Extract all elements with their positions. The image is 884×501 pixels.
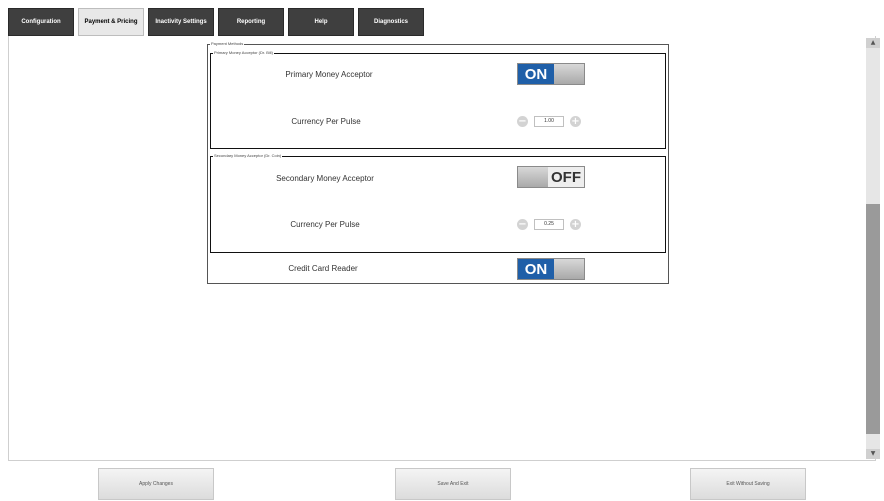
plus-circle-icon[interactable]: +: [570, 218, 581, 230]
payment-methods-legend: Payment Methods: [211, 41, 244, 46]
tab-reporting[interactable]: Reporting: [218, 8, 284, 36]
scroll-down-arrow-icon[interactable]: ▼: [866, 449, 880, 459]
toggle-knob: [554, 64, 584, 84]
toggle-off-text: OFF: [548, 167, 584, 187]
secondary-acceptor-group: Secondary Money Acceptor (Dr. Coin): [210, 154, 666, 253]
minus-circle-icon[interactable]: −: [517, 218, 528, 230]
tab-configuration[interactable]: Configuration: [8, 8, 74, 36]
tab-diagnostics[interactable]: Diagnostics: [358, 8, 424, 36]
scrollbar-thumb[interactable]: [866, 204, 880, 434]
primary-acceptor-label: Primary Money Acceptor: [285, 70, 373, 79]
secondary-acceptor-toggle[interactable]: OFF: [517, 166, 585, 188]
primary-currency-input[interactable]: 1.00: [534, 115, 564, 127]
plus-circle-icon[interactable]: +: [570, 115, 581, 127]
credit-card-reader-label: Credit Card Reader: [288, 264, 358, 273]
primary-currency-label: Currency Per Pulse: [291, 117, 361, 126]
secondary-acceptor-label: Secondary Money Acceptor: [276, 174, 374, 183]
primary-acceptor-group: Primary Money Acceptor (Dr. Bill): [210, 51, 666, 149]
tab-bar: Configuration Payment & Pricing Inactivi…: [8, 8, 428, 36]
secondary-acceptor-legend: Secondary Money Acceptor (Dr. Coin): [214, 153, 282, 158]
apply-changes-button[interactable]: Apply Changes: [98, 468, 214, 500]
secondary-currency-label: Currency Per Pulse: [290, 220, 360, 229]
toggle-on-text: ON: [518, 259, 554, 279]
credit-card-reader-toggle[interactable]: ON: [517, 258, 585, 280]
save-and-exit-button[interactable]: Save And Exit: [395, 468, 511, 500]
tab-inactivity-settings[interactable]: Inactivity Settings: [148, 8, 214, 36]
secondary-currency-input[interactable]: 0.25: [534, 218, 564, 230]
scroll-up-arrow-icon[interactable]: ▲: [866, 38, 880, 48]
toggle-on-text: ON: [518, 64, 554, 84]
minus-circle-icon[interactable]: −: [517, 115, 528, 127]
toggle-knob: [518, 167, 548, 187]
toggle-knob: [554, 259, 584, 279]
tab-help[interactable]: Help: [288, 8, 354, 36]
primary-currency-stepper: − 1.00 +: [517, 114, 581, 128]
primary-acceptor-legend: Primary Money Acceptor (Dr. Bill): [214, 50, 273, 55]
tab-payment-pricing[interactable]: Payment & Pricing: [78, 8, 144, 36]
exit-without-saving-button[interactable]: Exit Without Saving: [690, 468, 806, 500]
primary-acceptor-toggle[interactable]: ON: [517, 63, 585, 85]
secondary-currency-stepper: − 0.25 +: [517, 217, 581, 231]
